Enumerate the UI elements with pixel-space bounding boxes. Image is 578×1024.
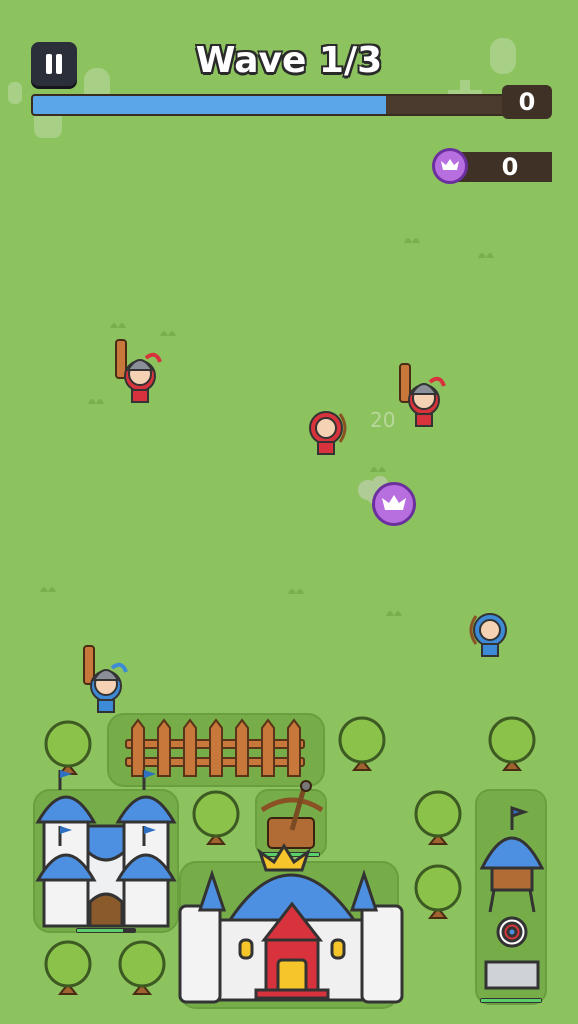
red-swordsman[interactable] <box>399 363 446 427</box>
wave-title: Wave 1/3 <box>195 40 383 81</box>
crown-gem-icon <box>432 148 468 184</box>
damage-number: 20 <box>370 408 396 432</box>
blue-archer[interactable] <box>469 613 507 657</box>
blue-swordsman[interactable] <box>83 645 128 713</box>
score-counter: 0 <box>502 85 552 119</box>
wave-progress-bar <box>31 94 525 116</box>
red-swordsman[interactable] <box>115 339 162 403</box>
red-archer[interactable] <box>309 411 347 455</box>
wave-progress-fill <box>33 96 386 114</box>
crown-gem-pickup[interactable] <box>372 482 416 526</box>
